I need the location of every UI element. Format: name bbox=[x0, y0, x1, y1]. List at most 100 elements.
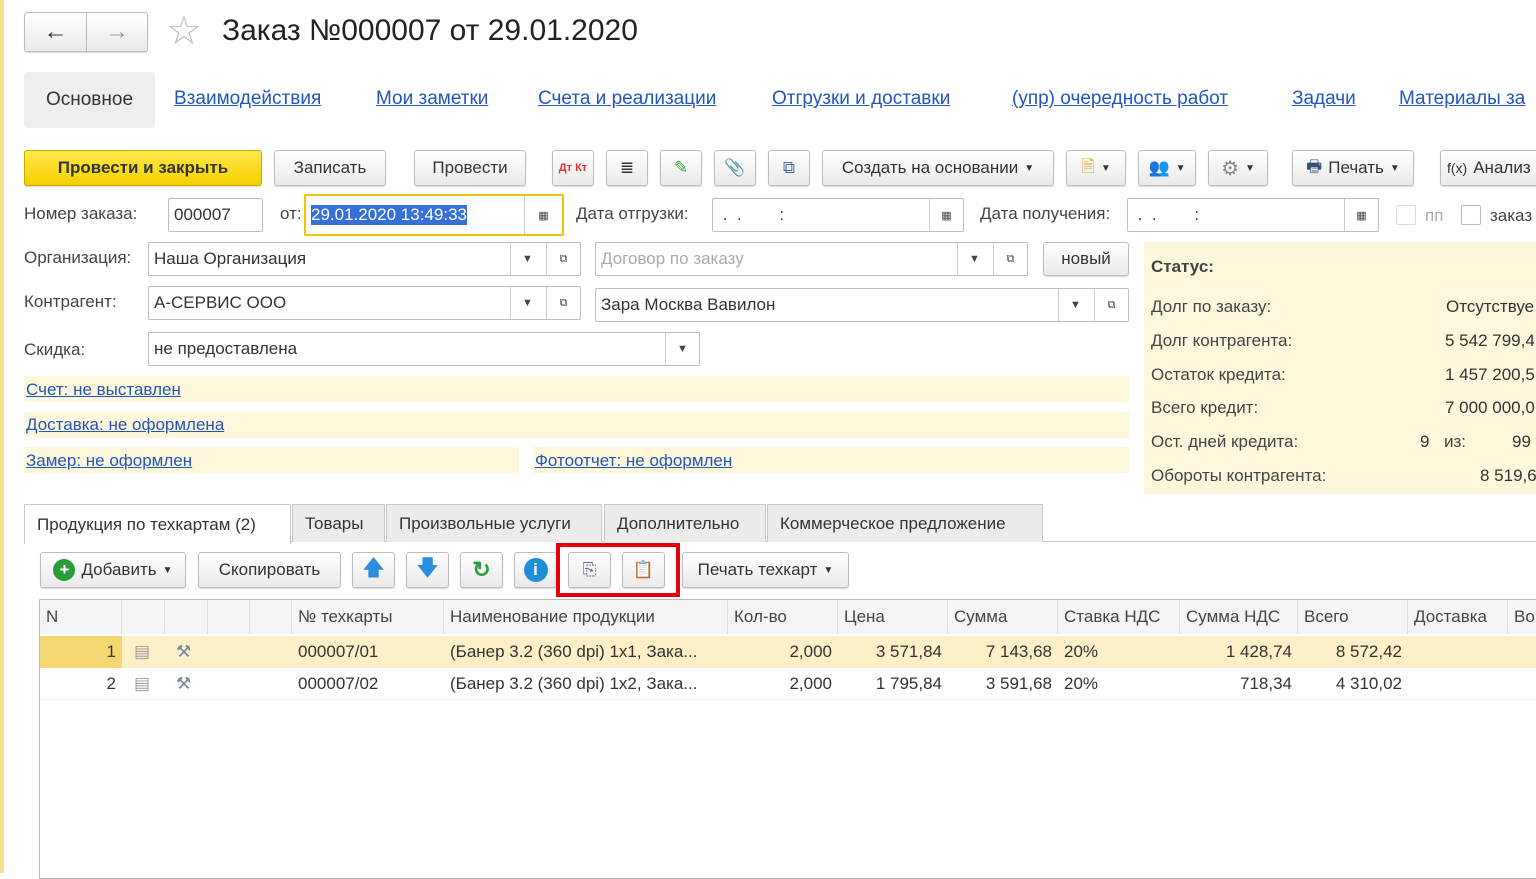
invoice-status-bar bbox=[24, 376, 1129, 402]
section-notes[interactable]: Мои заметки bbox=[376, 88, 488, 110]
counterparty-label: Контрагент: bbox=[24, 292, 117, 311]
section-main[interactable]: Основное bbox=[24, 72, 155, 128]
tab-custom-services[interactable]: Произвольные услуги bbox=[386, 504, 602, 542]
receive-date-input[interactable]: . . : ▦ bbox=[1127, 198, 1379, 232]
column-header[interactable]: Доставка bbox=[1408, 600, 1508, 634]
move-down-icon[interactable]: 🡇 bbox=[406, 552, 449, 588]
column-header[interactable]: Всего bbox=[1298, 600, 1408, 634]
calendar-icon[interactable]: ▦ bbox=[929, 199, 963, 231]
measure-status-link[interactable]: Замер: не оформлен bbox=[26, 451, 192, 471]
ship-date-input[interactable]: . . : ▦ bbox=[712, 198, 964, 232]
create-based-on-button[interactable]: Создать на основании ▼ bbox=[822, 150, 1054, 186]
column-header[interactable]: Сумма НДС bbox=[1180, 600, 1298, 634]
forward-button[interactable]: → bbox=[86, 12, 148, 52]
new-contract-button[interactable]: новый bbox=[1043, 242, 1129, 276]
back-button[interactable]: ← bbox=[24, 12, 87, 52]
techcard-icon[interactable]: ⚒ bbox=[170, 668, 197, 700]
column-header[interactable]: № техкарты bbox=[292, 600, 444, 634]
dt-kt-icon[interactable]: Дт Кт bbox=[552, 150, 594, 186]
page-title: Заказ №000007 от 29.01.2020 bbox=[222, 14, 638, 47]
print-button[interactable]: 🖶 Печать ▼ bbox=[1292, 150, 1414, 186]
column-header[interactable] bbox=[250, 600, 292, 634]
order-checkbox[interactable] bbox=[1461, 205, 1481, 225]
order-number-input[interactable]: 000007 bbox=[168, 198, 263, 232]
document-clock-button[interactable]: 🗎 ▼ bbox=[1066, 150, 1126, 186]
invoice-status-link[interactable]: Счет: не выставлен bbox=[26, 380, 181, 400]
contract-select[interactable]: Договор по заказу ▼ ⧉ bbox=[595, 242, 1028, 276]
discount-select[interactable]: не предоставлена ▼ bbox=[148, 332, 700, 366]
chevron-down-icon[interactable]: ▼ bbox=[957, 243, 991, 275]
print-techcards-button[interactable]: Печать техкарт ▼ bbox=[682, 552, 849, 588]
analysis-button[interactable]: f(x) Анализ bbox=[1440, 150, 1536, 186]
tab-goods[interactable]: Товары bbox=[292, 504, 385, 542]
column-header[interactable] bbox=[122, 600, 165, 634]
save-button[interactable]: Записать bbox=[274, 150, 386, 186]
open-icon[interactable]: ⧉ bbox=[546, 287, 580, 319]
list-icon[interactable]: ≣ bbox=[606, 150, 648, 186]
status-value: 1 457 200,5 bbox=[1445, 365, 1535, 384]
techcard-icon[interactable]: ⚒ bbox=[170, 636, 197, 668]
column-header[interactable]: Наименование продукции bbox=[444, 600, 728, 634]
column-header[interactable] bbox=[165, 600, 208, 634]
add-button[interactable]: + Добавить ▼ bbox=[40, 552, 186, 588]
settings-button[interactable]: ⚙ ▼ bbox=[1208, 150, 1268, 186]
users-add-button[interactable]: 👥 ▼ bbox=[1138, 150, 1196, 186]
column-header[interactable] bbox=[208, 600, 250, 634]
section-tasks[interactable]: Задачи bbox=[1292, 88, 1356, 110]
section-materials[interactable]: Материалы за bbox=[1399, 88, 1525, 110]
chevron-down-icon[interactable]: ▼ bbox=[665, 333, 699, 365]
card-icon[interactable]: ▤ bbox=[128, 636, 156, 668]
open-icon[interactable]: ⧉ bbox=[993, 243, 1027, 275]
contact-select[interactable]: Зара Москва Вавилон ▼ ⧉ bbox=[595, 288, 1129, 322]
calendar-icon[interactable]: ▦ bbox=[1344, 199, 1378, 231]
order-date-input[interactable]: 29.01.2020 13:49:33 ▦ bbox=[304, 194, 564, 236]
delivery-status-link[interactable]: Доставка: не оформлена bbox=[26, 415, 224, 435]
print-techcards-label: Печать техкарт bbox=[697, 560, 818, 579]
section-shipments[interactable]: Отгрузки и доставки bbox=[772, 88, 950, 110]
tab-commercial-offer[interactable]: Коммерческое предложение bbox=[767, 504, 1043, 542]
section-interactions[interactable]: Взаимодействия bbox=[174, 88, 321, 110]
paste-rows-icon[interactable]: 📋 bbox=[622, 552, 665, 588]
chevron-down-icon[interactable]: ▼ bbox=[510, 287, 544, 319]
column-header[interactable]: Ставка НДС bbox=[1058, 600, 1180, 634]
post-and-close-button[interactable]: Провести и закрыть bbox=[24, 150, 262, 186]
column-header[interactable]: Цена bbox=[838, 600, 948, 634]
from-label: от: bbox=[280, 204, 302, 223]
chevron-down-icon: ▼ bbox=[1100, 162, 1111, 174]
pen-icon[interactable]: ✎ bbox=[660, 150, 702, 186]
photo-status-link[interactable]: Фотоотчет: не оформлен bbox=[535, 451, 732, 471]
status-label: Долг контрагента: bbox=[1151, 331, 1293, 350]
chevron-down-icon: ▼ bbox=[1389, 162, 1400, 174]
column-header[interactable]: Кол-во bbox=[728, 600, 838, 634]
vat-sum: 1 428,74 bbox=[1225, 642, 1292, 661]
calendar-icon[interactable]: ▦ bbox=[524, 196, 562, 234]
section-invoices[interactable]: Счета и реализации bbox=[538, 88, 716, 110]
post-button[interactable]: Провести bbox=[414, 150, 526, 186]
credit-days-left: 9 bbox=[1420, 432, 1430, 451]
column-header[interactable]: Сумма bbox=[948, 600, 1058, 634]
paperclip-icon[interactable]: 📎 bbox=[714, 150, 756, 186]
sum: 3 591,68 bbox=[985, 674, 1052, 693]
copy-button[interactable]: Скопировать bbox=[198, 552, 341, 588]
section-work-order[interactable]: (упр) очередность работ bbox=[1012, 88, 1228, 110]
organization-select[interactable]: Наша Организация ▼ ⧉ bbox=[148, 242, 581, 276]
chevron-down-icon[interactable]: ▼ bbox=[510, 243, 544, 275]
open-icon[interactable]: ⧉ bbox=[546, 243, 580, 275]
tab-additional[interactable]: Дополнительно bbox=[604, 504, 766, 542]
move-up-icon[interactable]: 🡅 bbox=[352, 552, 395, 588]
info-button[interactable]: i bbox=[514, 552, 557, 588]
column-header[interactable]: Во bbox=[1508, 600, 1536, 634]
column-header[interactable]: N bbox=[40, 600, 122, 634]
star-icon[interactable]: ☆ bbox=[166, 8, 202, 54]
tab-products-techcards[interactable]: Продукция по техкартам (2) bbox=[24, 504, 291, 544]
copy-rows-icon[interactable]: ⎘ bbox=[568, 552, 611, 588]
open-icon[interactable]: ⧉ bbox=[1094, 289, 1128, 321]
quantity: 2,000 bbox=[789, 674, 832, 693]
chevron-down-icon[interactable]: ▼ bbox=[1058, 289, 1092, 321]
refresh-icon[interactable]: ↻ bbox=[460, 552, 503, 588]
pp-checkbox[interactable] bbox=[1396, 205, 1416, 225]
structure-icon[interactable]: ⧉ bbox=[768, 150, 810, 186]
card-icon[interactable]: ▤ bbox=[128, 668, 156, 700]
row-number: 1 bbox=[106, 642, 116, 661]
counterparty-select[interactable]: А-СЕРВИС ООО ▼ ⧉ bbox=[148, 286, 581, 320]
